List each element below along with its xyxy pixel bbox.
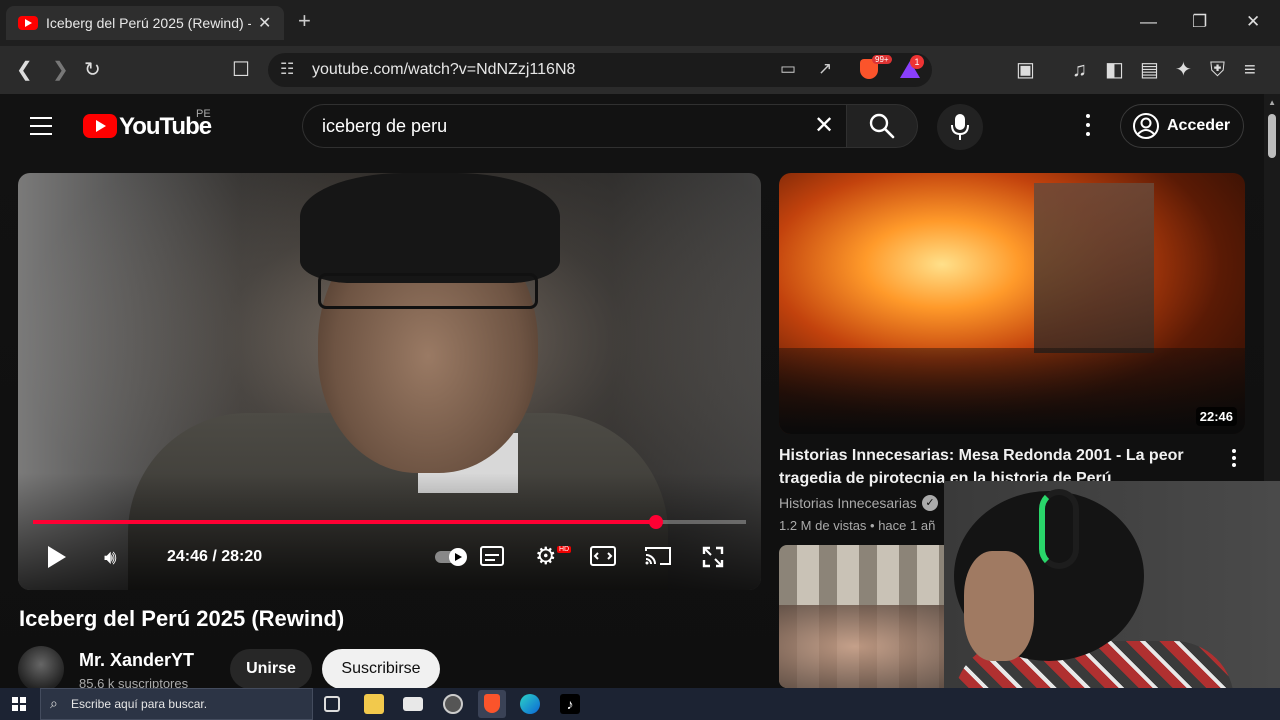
search-icon bbox=[869, 113, 895, 139]
search-input[interactable]: iceberg de peru bbox=[322, 116, 447, 137]
menu-icon[interactable]: ≡ bbox=[1244, 58, 1256, 82]
cast-page-icon[interactable]: ▭ bbox=[780, 59, 796, 79]
brave-taskbar-icon bbox=[484, 694, 500, 713]
youtube-logo-icon[interactable] bbox=[83, 114, 117, 138]
recommendation-channel[interactable]: Historias Innecesarias bbox=[779, 495, 917, 511]
play-icon[interactable] bbox=[48, 546, 66, 568]
cast-icon[interactable] bbox=[645, 546, 671, 566]
video-frame-hair bbox=[300, 173, 560, 283]
rewards-count-badge: 1 bbox=[910, 55, 924, 69]
share-icon[interactable]: ↗ bbox=[818, 59, 832, 79]
duration-badge: 22:46 bbox=[1195, 407, 1237, 426]
account-icon bbox=[1133, 113, 1159, 139]
webcam-face bbox=[964, 551, 1034, 661]
edge-icon[interactable] bbox=[520, 694, 540, 714]
subtitles-icon[interactable] bbox=[480, 546, 504, 566]
task-view-icon[interactable] bbox=[324, 696, 340, 712]
progress-bar[interactable] bbox=[33, 515, 746, 529]
hd-badge: HD bbox=[557, 546, 572, 553]
tab-close-icon[interactable]: ✕ bbox=[258, 13, 271, 33]
video-frame-glasses bbox=[318, 273, 538, 309]
youtube-favicon bbox=[18, 16, 38, 30]
windows-taskbar: ⌕ Escribe aquí para buscar. ♪ bbox=[0, 688, 1280, 720]
tiktok-icon[interactable]: ♪ bbox=[560, 694, 580, 714]
fullscreen-icon[interactable] bbox=[702, 546, 724, 568]
windows-start-icon[interactable] bbox=[12, 697, 26, 711]
search-box[interactable]: iceberg de peru ✕ bbox=[302, 104, 846, 148]
browser-toolbar: ❮ ❯ ↻ ☐ ☷ youtube.com/watch?v=NdNZzj116N… bbox=[0, 46, 1280, 94]
new-tab-button[interactable]: + bbox=[298, 10, 311, 32]
mail-icon[interactable] bbox=[403, 697, 423, 711]
clear-icon[interactable]: ✕ bbox=[814, 113, 834, 139]
thumbnail-crowd bbox=[779, 348, 1245, 434]
back-icon[interactable]: ❮ bbox=[16, 58, 33, 82]
kebab-icon[interactable] bbox=[1232, 449, 1238, 470]
url-text[interactable]: youtube.com/watch?v=NdNZzj116N8 bbox=[312, 61, 575, 79]
wallet-icon[interactable]: ▤ bbox=[1140, 58, 1159, 82]
minimize-button[interactable]: — bbox=[1140, 12, 1157, 32]
signin-label: Acceder bbox=[1167, 117, 1231, 134]
join-button[interactable]: Unirse bbox=[230, 649, 312, 688]
scroll-up-icon[interactable]: ▲ bbox=[1268, 98, 1276, 107]
kebab-icon[interactable] bbox=[1080, 114, 1096, 138]
brave-taskbar-tile[interactable] bbox=[478, 690, 506, 718]
recommendation-thumbnail[interactable] bbox=[779, 545, 969, 688]
maximize-button[interactable]: ❐ bbox=[1192, 12, 1207, 32]
file-explorer-icon[interactable] bbox=[364, 694, 384, 714]
sidebar-icon[interactable]: ◧ bbox=[1105, 58, 1124, 82]
subscriber-count: 85.6 k suscriptores bbox=[79, 676, 189, 688]
forward-icon[interactable]: ❯ bbox=[52, 58, 69, 82]
progress-fill bbox=[33, 520, 657, 524]
vpn-icon[interactable]: ⛨ bbox=[1210, 58, 1225, 82]
subscribe-button[interactable]: Suscribirse bbox=[322, 649, 440, 688]
music-icon[interactable]: ♫ bbox=[1072, 58, 1087, 82]
theater-icon[interactable] bbox=[590, 546, 616, 566]
search-button[interactable] bbox=[846, 104, 918, 148]
player-controls-gradient bbox=[18, 473, 761, 590]
recommendation-thumbnail[interactable]: 22:46 bbox=[779, 173, 1245, 434]
scroll-thumb[interactable] bbox=[1268, 114, 1276, 158]
region-code: PE bbox=[196, 108, 211, 120]
video-title: Iceberg del Perú 2025 (Rewind) bbox=[19, 606, 345, 631]
volume-icon[interactable]: 🔊︎ bbox=[104, 547, 117, 570]
mic-icon bbox=[951, 114, 969, 140]
avatar[interactable] bbox=[18, 646, 64, 688]
browser-tab[interactable]: Iceberg del Perú 2025 (Rewind) - ✕ bbox=[6, 6, 284, 40]
hamburger-icon[interactable] bbox=[30, 117, 52, 141]
reload-icon[interactable]: ↻ bbox=[84, 58, 101, 82]
shield-count-badge: 99+ bbox=[872, 55, 892, 64]
channel-name[interactable]: Mr. XanderYT bbox=[79, 650, 194, 671]
search-icon: ⌕ bbox=[50, 695, 58, 711]
leo-icon[interactable]: ✦ bbox=[1175, 58, 1192, 82]
clock-app-icon[interactable] bbox=[443, 694, 463, 714]
address-bar[interactable]: ☷ youtube.com/watch?v=NdNZzj116N8 ▭ ↗ 99… bbox=[268, 53, 932, 87]
close-window-button[interactable]: ✕ bbox=[1246, 12, 1260, 32]
screenshot-icon[interactable]: ▣ bbox=[1016, 58, 1035, 82]
time-display: 24:46 / 28:20 bbox=[167, 548, 263, 565]
autoplay-icon[interactable] bbox=[434, 546, 468, 568]
taskbar-search-placeholder[interactable]: Escribe aquí para buscar. bbox=[71, 697, 207, 711]
tab-title: Iceberg del Perú 2025 (Rewind) - bbox=[46, 15, 251, 31]
headset-icon bbox=[1039, 489, 1079, 569]
browser-tab-strip: Iceberg del Perú 2025 (Rewind) - ✕ + — ❐… bbox=[0, 0, 1280, 46]
taskbar-search[interactable]: ⌕ Escribe aquí para buscar. bbox=[40, 688, 313, 720]
settings-icon[interactable]: ⚙ bbox=[535, 545, 557, 569]
recommendation-meta: 1.2 M de vistas • hace 1 añ bbox=[779, 518, 936, 533]
verified-icon: ✓ bbox=[922, 495, 938, 511]
site-settings-icon[interactable]: ☷ bbox=[280, 59, 294, 79]
video-player[interactable]: 🔊︎ 24:46 / 28:20 ⚙ HD bbox=[18, 173, 761, 590]
webcam-overlay bbox=[944, 481, 1280, 720]
bookmark-icon[interactable]: ☐ bbox=[232, 58, 250, 82]
thumbnail-building bbox=[1034, 183, 1154, 353]
thumbnail-people bbox=[779, 605, 969, 688]
voice-search-button[interactable] bbox=[937, 104, 983, 150]
signin-button[interactable]: Acceder bbox=[1120, 104, 1244, 148]
